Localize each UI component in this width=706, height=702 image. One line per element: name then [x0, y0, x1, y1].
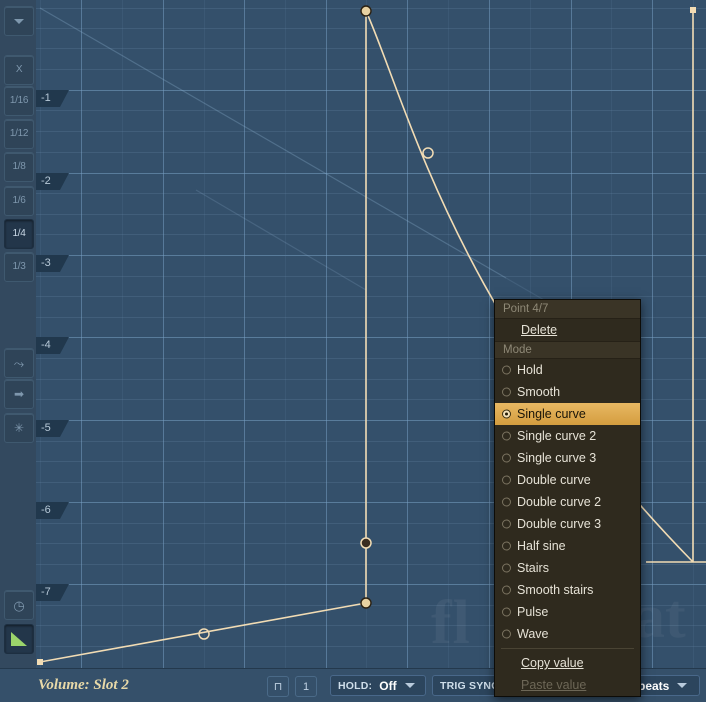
- hold-dropdown[interactable]: HOLD: Off: [330, 675, 426, 696]
- radio-icon: [502, 431, 511, 441]
- draw-curve-tool-button[interactable]: ⤳: [4, 348, 34, 378]
- menu-item-double-curve[interactable]: Double curve: [495, 469, 640, 491]
- snap-label: 1/4: [12, 228, 26, 239]
- y-axis-label: -3: [36, 255, 69, 272]
- menu-item-label: Half sine: [517, 539, 566, 553]
- menu-item-double-curve-3[interactable]: Double curve 3: [495, 513, 640, 535]
- arrow-right-icon: ➡: [13, 387, 25, 401]
- radio-icon: [502, 387, 511, 397]
- keyboard-icon: ⊓: [273, 681, 283, 693]
- ramp-tool-button[interactable]: [4, 624, 34, 654]
- menu-item-delete[interactable]: Delete: [495, 319, 640, 341]
- menu-item-smooth-stairs[interactable]: Smooth stairs: [495, 579, 640, 601]
- tool-rail: X 1/16 1/12 1/8 1/6 1/4 1/3 ⤳ ➡ ✳ ◷: [0, 0, 37, 702]
- menu-item-pulse[interactable]: Pulse: [495, 601, 640, 623]
- menu-item-double-curve-2[interactable]: Double curve 2: [495, 491, 640, 513]
- channel-label: 1: [302, 680, 310, 693]
- radio-icon: [502, 585, 511, 595]
- keyboard-button[interactable]: ⊓: [267, 676, 289, 697]
- menu-item-single-curve[interactable]: Single curve: [495, 403, 640, 425]
- snap-label: 1/8: [12, 161, 26, 172]
- asterisk-icon: ✳: [13, 421, 25, 435]
- menu-item-label: Double curve 3: [517, 517, 602, 531]
- radio-icon: [502, 497, 511, 507]
- menu-item-copy-value[interactable]: Copy value: [495, 652, 640, 674]
- menu-item-label: Paste value: [521, 678, 587, 692]
- y-axis-label: -1: [36, 90, 69, 107]
- chevron-down-icon: [677, 683, 688, 688]
- menu-item-label: Double curve: [517, 473, 591, 487]
- preset-dropdown-button[interactable]: [4, 6, 34, 36]
- snap-button-1-6[interactable]: 1/6: [4, 186, 34, 216]
- watermark-left: fl: [431, 589, 471, 657]
- radio-icon: [502, 541, 511, 551]
- snap-label: 1/3: [12, 261, 26, 272]
- menu-separator: [501, 648, 634, 649]
- menu-group-mode: Mode: [495, 341, 640, 359]
- radio-icon: [502, 365, 511, 375]
- clock-icon: ◷: [13, 597, 25, 613]
- menu-item-single-curve-3[interactable]: Single curve 3: [495, 447, 640, 469]
- y-axis-label: -5: [36, 420, 69, 437]
- snap-button-1-3[interactable]: 1/3: [4, 252, 34, 282]
- chevron-down-icon: [14, 18, 24, 24]
- hold-label: HOLD:: [338, 679, 373, 692]
- time-tool-button[interactable]: ◷: [4, 590, 34, 620]
- menu-item-stairs[interactable]: Stairs: [495, 557, 640, 579]
- radio-icon: [502, 453, 511, 463]
- y-axis-label: -2: [36, 173, 69, 190]
- menu-item-paste-value: Paste value: [495, 674, 640, 696]
- y-axis-label: -4: [36, 337, 69, 354]
- menu-item-label: Delete: [521, 323, 558, 337]
- beats-value: beats: [638, 678, 670, 693]
- context-menu-header: Point 4/7: [495, 300, 640, 319]
- curve-tool-icon: ⤳: [13, 355, 25, 371]
- hold-value: Off: [379, 678, 397, 693]
- snap-button-1-12[interactable]: 1/12: [4, 119, 34, 149]
- menu-item-label: Single curve 2: [517, 429, 597, 443]
- chevron-down-icon: [404, 683, 415, 688]
- radio-icon: [502, 475, 511, 485]
- snap-button-1-4[interactable]: 1/4: [4, 219, 34, 249]
- menu-item-label: Smooth: [517, 385, 561, 399]
- menu-item-smooth[interactable]: Smooth: [495, 381, 640, 403]
- watermark-right: at: [634, 583, 686, 651]
- y-axis-label: -7: [36, 584, 69, 601]
- y-axis-label: -6: [36, 502, 69, 519]
- snap-label: 1/12: [9, 128, 29, 139]
- ramp-icon: [11, 632, 27, 646]
- snap-label: 1/16: [9, 95, 29, 106]
- menu-item-hold[interactable]: Hold: [495, 359, 640, 381]
- radio-icon: [502, 519, 511, 529]
- menu-item-label: Wave: [517, 627, 549, 641]
- move-tool-button[interactable]: ➡: [4, 379, 34, 409]
- snap-button-1-8[interactable]: 1/8: [4, 152, 34, 182]
- radio-icon: [502, 563, 511, 573]
- automation-clip-editor: X 1/16 1/12 1/8 1/6 1/4 1/3 ⤳ ➡ ✳ ◷ fl a…: [0, 0, 706, 702]
- snap-label: 1/6: [12, 195, 26, 206]
- menu-item-label: Stairs: [517, 561, 549, 575]
- page-title: Volume: Slot 2: [38, 677, 129, 693]
- channel-button[interactable]: 1: [295, 676, 317, 697]
- menu-item-label: Single curve: [517, 407, 586, 421]
- snap-label: X: [15, 64, 23, 75]
- menu-item-label: Smooth stairs: [517, 583, 594, 597]
- snap-button-1-16[interactable]: 1/16: [4, 86, 34, 116]
- menu-item-label: Pulse: [517, 605, 549, 619]
- menu-item-label: Double curve 2: [517, 495, 602, 509]
- menu-item-label: Single curve 3: [517, 451, 597, 465]
- menu-item-single-curve-2[interactable]: Single curve 2: [495, 425, 640, 447]
- radio-selected-icon: [502, 409, 511, 419]
- menu-item-wave[interactable]: Wave: [495, 623, 640, 645]
- menu-item-label: Hold: [517, 363, 543, 377]
- snap-button-x[interactable]: X: [4, 55, 34, 85]
- menu-item-label: Copy value: [521, 656, 584, 670]
- point-context-menu[interactable]: Point 4/7 Delete Mode Hold Smooth Single…: [494, 299, 641, 697]
- radio-icon: [502, 607, 511, 617]
- radio-icon: [502, 629, 511, 639]
- menu-item-half-sine[interactable]: Half sine: [495, 535, 640, 557]
- snap-tool-button[interactable]: ✳: [4, 413, 34, 443]
